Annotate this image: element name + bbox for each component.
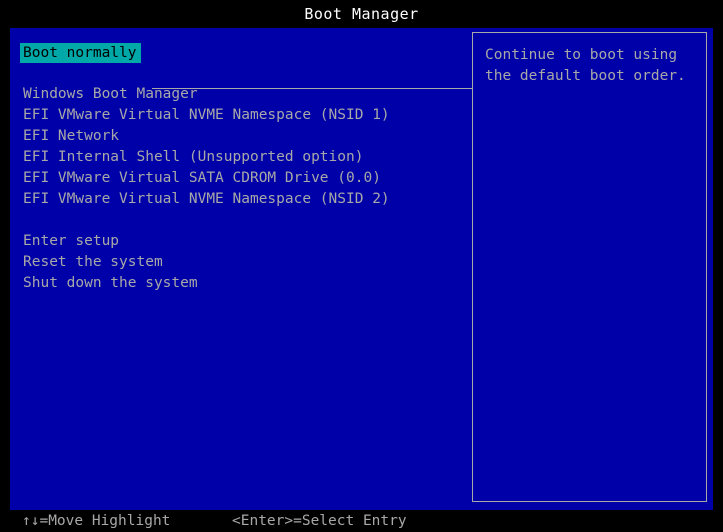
menu-item-boot-normally[interactable]: Boot normally [20, 43, 141, 63]
menu-item-efi-sata-cdrom[interactable]: EFI VMware Virtual SATA CDROM Drive (0.0… [20, 168, 460, 189]
menu-item-efi-internal-shell[interactable]: EFI Internal Shell (Unsupported option) [20, 147, 460, 168]
menu-selected-row: Boot normally [20, 42, 460, 63]
menu-item-shut-down-system[interactable]: Shut down the system [20, 273, 460, 294]
status-hint-select-entry: <Enter>=Select Entry [232, 510, 407, 532]
menu-item-efi-network[interactable]: EFI Network [20, 126, 460, 147]
menu-item-reset-system[interactable]: Reset the system [20, 252, 460, 273]
menu-spacer-1 [20, 63, 460, 84]
selection-connector-line [152, 88, 482, 89]
menu-item-enter-setup[interactable]: Enter setup [20, 231, 460, 252]
boot-menu-list: Boot normally Windows Boot Manager EFI V… [20, 42, 460, 294]
help-line-1: Continue to boot using [485, 45, 696, 66]
help-panel: Continue to boot using the default boot … [472, 32, 707, 502]
menu-item-efi-nvme-namespace-1[interactable]: EFI VMware Virtual NVME Namespace (NSID … [20, 105, 460, 126]
help-panel-text: Continue to boot using the default boot … [473, 33, 706, 87]
help-line-2: the default boot order. [485, 66, 696, 87]
menu-spacer-2 [20, 210, 460, 231]
page-title: Boot Manager [0, 0, 723, 28]
status-bar: ↑↓=Move Highlight <Enter>=Select Entry [0, 510, 723, 532]
status-hint-move-highlight: ↑↓=Move Highlight [22, 510, 170, 532]
boot-manager-screen: Boot Manager Boot normally Windows Boot … [0, 0, 723, 532]
menu-item-efi-nvme-namespace-2[interactable]: EFI VMware Virtual NVME Namespace (NSID … [20, 189, 460, 210]
